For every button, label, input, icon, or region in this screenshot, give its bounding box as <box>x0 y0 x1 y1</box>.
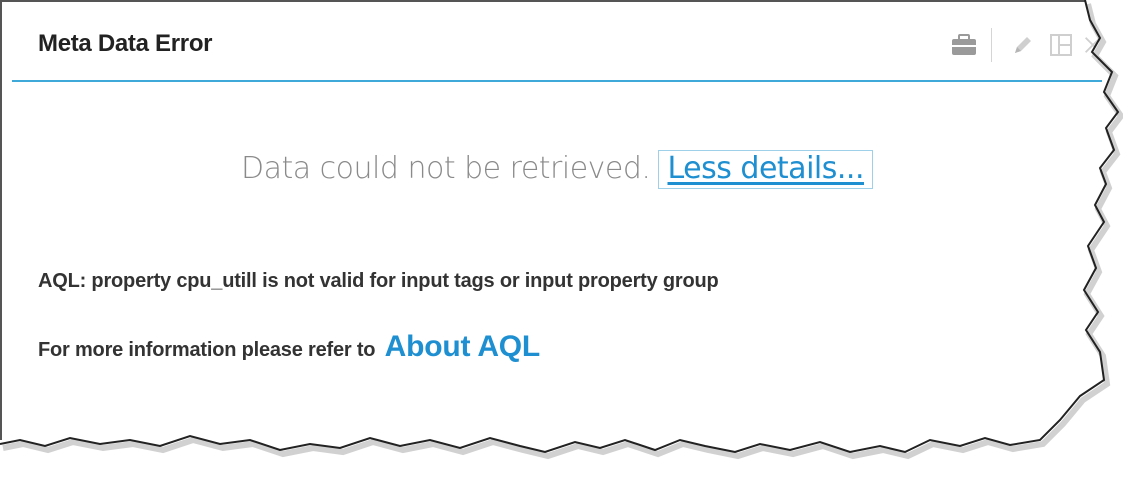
torn-edge-frame <box>0 0 1123 479</box>
screenshot-stage: Meta Data Error Data could not be retrie… <box>0 0 1123 479</box>
